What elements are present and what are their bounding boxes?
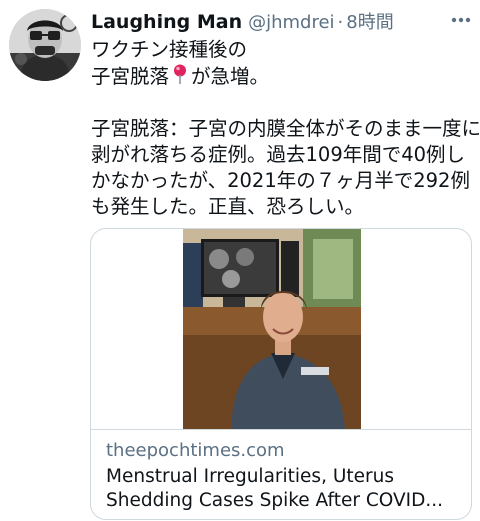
tweet-timestamp[interactable]: 8時間 bbox=[346, 8, 393, 34]
tweet-text-line-5: かなかったが、2021年の７ヶ月半で292例 bbox=[91, 169, 470, 192]
tweet-text: ワクチン接種後の 子宮脱落 が急増。 子宮脱落：子宮の内膜全体がそのまま一度に … bbox=[91, 37, 480, 220]
laughing-man-logo bbox=[9, 9, 81, 81]
more-icon bbox=[451, 17, 471, 23]
tweet-text-line-1: ワクチン接種後の bbox=[91, 38, 248, 61]
tweet-header: Laughing Man @jhmdrei · 8時間 bbox=[91, 8, 471, 36]
tweet-text-segment: が急増。 bbox=[191, 65, 270, 88]
card-domain[interactable]: theepochtimes.com bbox=[106, 440, 285, 461]
tweet-text-segment: 子宮脱落 bbox=[91, 65, 170, 88]
card-image[interactable] bbox=[183, 229, 361, 429]
more-button[interactable] bbox=[449, 8, 473, 32]
tweet-text-line-2: 子宮脱落 が急増。 bbox=[91, 63, 476, 89]
round-pushpin-icon bbox=[174, 64, 187, 84]
card-title[interactable]: Menstrual Irregularities, Uterus Sheddin… bbox=[106, 465, 464, 513]
card-divider bbox=[91, 429, 471, 430]
author-handle[interactable]: @jhmdrei bbox=[248, 12, 334, 33]
card-photo bbox=[183, 229, 361, 429]
author-name[interactable]: Laughing Man bbox=[91, 11, 242, 33]
avatar[interactable] bbox=[9, 9, 81, 81]
tweet-text-line-4: 剥がれ落ちる症例。過去109年間で40例し bbox=[91, 143, 466, 166]
separator-dot: · bbox=[337, 12, 344, 33]
tweet-text-line-3: 子宮脱落：子宮の内膜全体がそのまま一度に bbox=[91, 117, 480, 140]
tweet-text-line-6: も発生した。正直、恐ろしい。 bbox=[91, 195, 365, 218]
link-card[interactable]: theepochtimes.com Menstrual Irregulariti… bbox=[90, 228, 472, 520]
